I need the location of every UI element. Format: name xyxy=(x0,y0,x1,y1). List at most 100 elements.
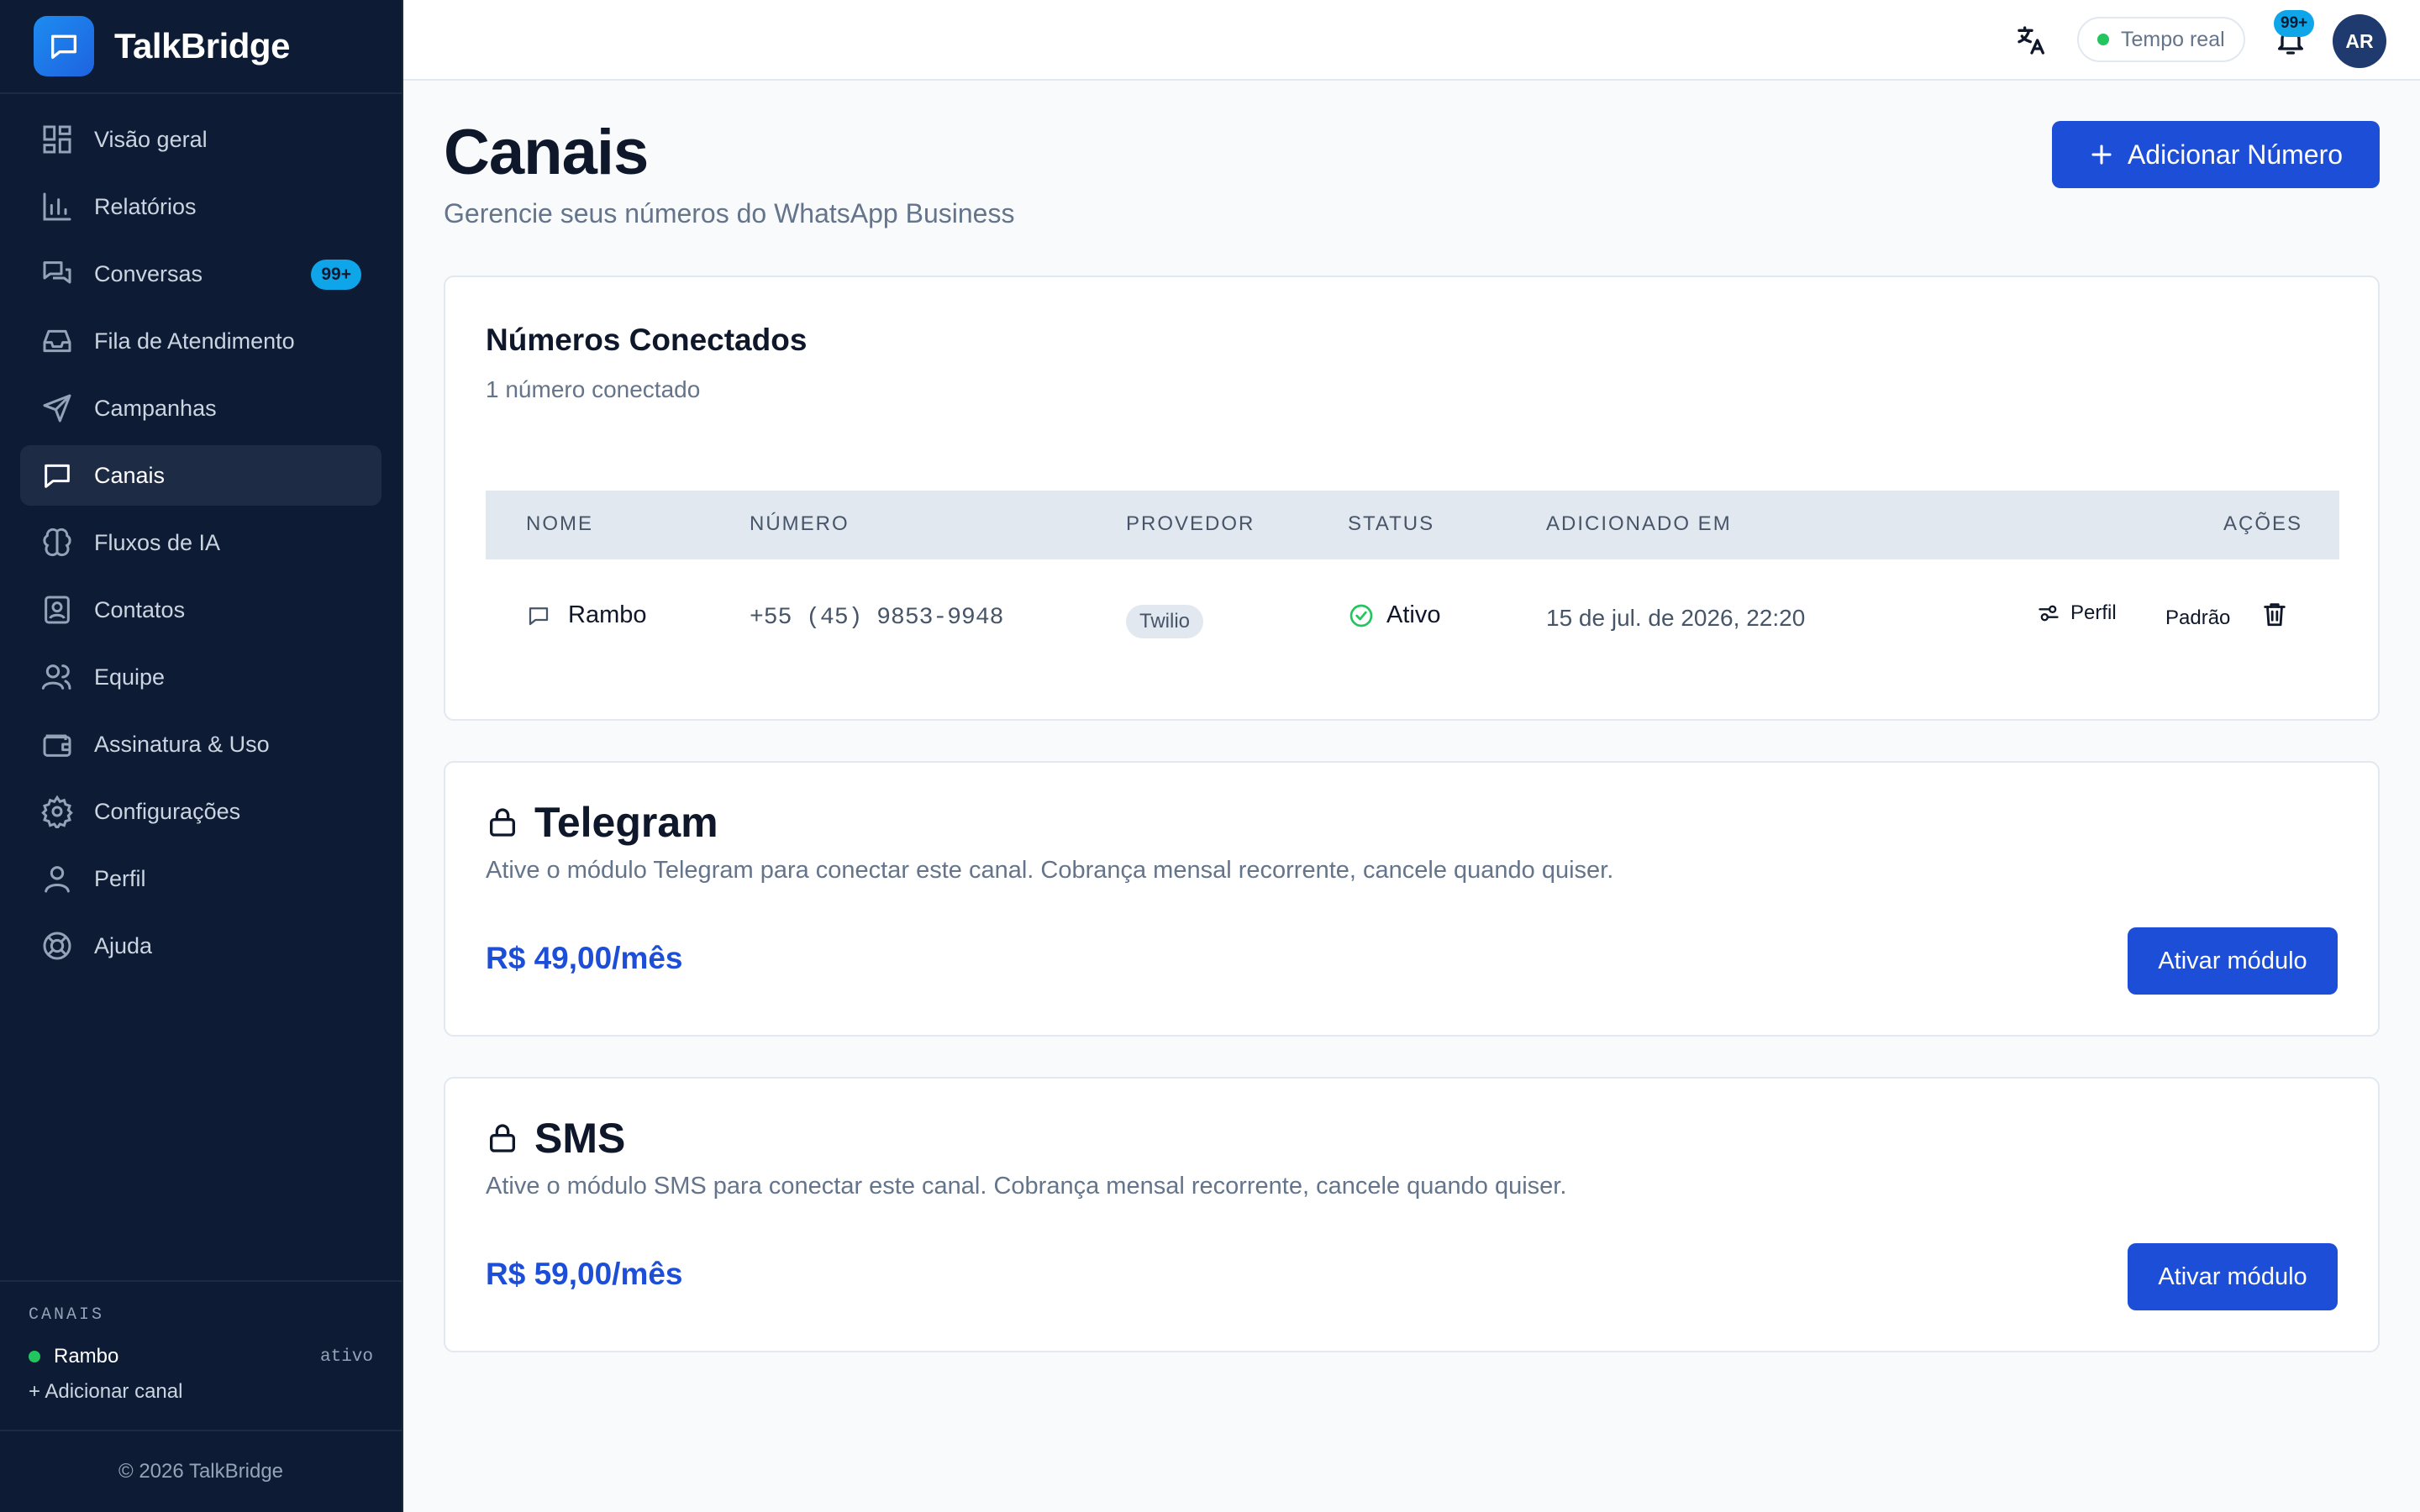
sidebar-item-fluxos-de-ia[interactable]: Fluxos de IA xyxy=(20,512,381,573)
sidebar-item-contatos[interactable]: Contatos xyxy=(20,580,381,640)
sidebar-item-fila-de-atendimento[interactable]: Fila de Atendimento xyxy=(20,311,381,371)
sidebar: TalkBridge Visão geral Relatórios Conver… xyxy=(0,0,403,1512)
profile-action-button[interactable]: Perfil xyxy=(2037,601,2117,625)
column-header-nome: NOME xyxy=(526,512,593,535)
trash-icon[interactable] xyxy=(2260,600,2289,628)
module-title: SMS xyxy=(486,1114,625,1163)
sidebar-item-conversas[interactable]: Conversas 99+ xyxy=(20,244,381,304)
connected-numbers-card: Números Conectados 1 número conectado NO… xyxy=(444,276,2380,721)
sidebar-item-ajuda[interactable]: Ajuda xyxy=(20,916,381,976)
sidebar-nav: Visão geral Relatórios Conversas 99+ Fil… xyxy=(0,94,402,976)
module-description: Ative o módulo Telegram para conectar es… xyxy=(486,857,1614,884)
sidebar-channels: CANAIS Rambo ativo + Adicionar canal xyxy=(0,1280,402,1430)
sidebar-item-label: Conversas xyxy=(94,260,203,286)
plus-icon xyxy=(2091,144,2112,165)
sidebar-channel-item[interactable]: Rambo ativo xyxy=(29,1340,373,1373)
add-number-label: Adicionar Número xyxy=(2127,139,2344,170)
translate-icon[interactable] xyxy=(2015,24,2049,57)
contact-card-icon xyxy=(45,596,70,624)
avatar[interactable]: AR xyxy=(2333,14,2386,68)
realtime-label: Tempo real xyxy=(2121,27,2225,51)
page-subtitle: Gerencie seus números do WhatsApp Busine… xyxy=(444,198,1015,228)
table-header: NOME NÚMERO PROVEDOR STATUS ADICIONADO E… xyxy=(486,491,2339,559)
module-description: Ative o módulo SMS para conectar este ca… xyxy=(486,1173,1567,1200)
module-title-text: Telegram xyxy=(534,799,718,846)
dashboard-icon xyxy=(43,125,71,154)
sidebar-channels-title: CANAIS xyxy=(29,1305,105,1325)
sidebar-item-relatorios[interactable]: Relatórios xyxy=(20,176,381,237)
profile-action-label: Perfil xyxy=(2070,601,2117,624)
telegram-module-card: Telegram Ative o módulo Telegram para co… xyxy=(444,761,2380,1037)
realtime-status-pill[interactable]: Tempo real xyxy=(2077,17,2245,62)
status-dot xyxy=(29,1351,40,1362)
row-name: Rambo xyxy=(568,601,647,628)
row-status: Ativo xyxy=(1348,601,1440,629)
sidebar-item-label: Fila de Atendimento xyxy=(94,328,295,354)
sidebar-item-label: Canais xyxy=(94,462,166,488)
gear-icon xyxy=(41,795,73,828)
activate-telegram-button[interactable]: Ativar módulo xyxy=(2128,927,2338,995)
add-number-button[interactable]: Adicionar Número xyxy=(2052,121,2380,188)
set-default-button[interactable]: Padrão xyxy=(2165,606,2230,630)
module-title: Telegram xyxy=(486,798,718,847)
app-name: TalkBridge xyxy=(114,26,290,66)
notifications-badge: 99+ xyxy=(2274,10,2315,37)
sidebar-item-perfil[interactable]: Perfil xyxy=(20,848,381,909)
chat-bubble-icon xyxy=(34,16,94,76)
chat-bubbles-icon xyxy=(43,261,71,284)
sidebar-item-label: Relatórios xyxy=(94,193,197,219)
conversas-count-badge: 99+ xyxy=(311,260,361,290)
sidebar-item-label: Perfil xyxy=(94,865,146,891)
module-price: R$ 49,00/mês xyxy=(486,941,683,975)
row-number: +55 (45) 9853-9948 xyxy=(750,605,1004,631)
sidebar-item-visao-geral[interactable]: Visão geral xyxy=(20,109,381,170)
sidebar-item-label: Assinatura & Uso xyxy=(94,731,270,757)
inbox-icon xyxy=(43,329,71,353)
topbar: Tempo real 99+ AR xyxy=(403,0,2420,81)
provider-badge: Twilio xyxy=(1126,605,1204,638)
chat-bubble-icon xyxy=(529,606,549,625)
sidebar-footer: © 2026 TalkBridge xyxy=(0,1430,402,1512)
module-price: R$ 59,00/mês xyxy=(486,1257,683,1291)
row-name-cell: Rambo xyxy=(526,601,647,629)
row-added-date: 15 de jul. de 2026, 22:20 xyxy=(1546,605,1806,631)
column-header-status: STATUS xyxy=(1348,512,1435,535)
send-icon xyxy=(43,394,71,423)
status-label: Ativo xyxy=(1386,601,1441,628)
lock-icon xyxy=(490,808,515,837)
activate-sms-button[interactable]: Ativar módulo xyxy=(2128,1243,2338,1310)
sms-module-card: SMS Ative o módulo SMS para conectar est… xyxy=(444,1077,2380,1352)
sidebar-channel-status: ativo xyxy=(319,1347,373,1367)
add-channel-link[interactable]: + Adicionar canal xyxy=(29,1380,373,1404)
chat-bubble-icon xyxy=(45,464,70,488)
page-title: Canais xyxy=(444,117,649,188)
sidebar-item-label: Configurações xyxy=(94,798,241,824)
lifebuoy-icon xyxy=(43,932,71,960)
column-header-numero: NÚMERO xyxy=(750,512,850,535)
sidebar-item-label: Campanhas xyxy=(94,395,217,421)
table-row: Rambo +55 (45) 9853-9948 Twilio Ativo 15… xyxy=(486,559,2339,685)
card-title: Números Conectados xyxy=(486,323,808,357)
card-subtitle: 1 número conectado xyxy=(486,376,701,402)
status-dot xyxy=(2097,34,2109,45)
column-header-acoes: AÇÕES xyxy=(2223,512,2303,535)
brain-icon xyxy=(43,528,71,557)
users-icon xyxy=(41,664,71,690)
bar-chart-icon xyxy=(43,192,71,221)
sidebar-item-label: Fluxos de IA xyxy=(94,529,221,555)
sidebar-channel-name: Rambo xyxy=(54,1345,119,1368)
sidebar-item-label: Visão geral xyxy=(94,126,208,152)
sliders-icon xyxy=(2039,605,2059,622)
brand[interactable]: TalkBridge xyxy=(0,0,402,94)
sidebar-item-equipe[interactable]: Equipe xyxy=(20,647,381,707)
module-title-text: SMS xyxy=(534,1115,626,1162)
sidebar-item-canais[interactable]: Canais xyxy=(20,445,381,506)
sidebar-item-campanhas[interactable]: Campanhas xyxy=(20,378,381,438)
sidebar-item-assinatura-uso[interactable]: Assinatura & Uso xyxy=(20,714,381,774)
lock-icon xyxy=(490,1124,515,1152)
column-header-adicionado-em: ADICIONADO EM xyxy=(1546,512,1732,535)
sidebar-item-label: Equipe xyxy=(94,664,166,690)
sidebar-item-configuracoes[interactable]: Configurações xyxy=(20,781,381,842)
check-circle-icon xyxy=(1349,604,1373,627)
sidebar-item-label: Contatos xyxy=(94,596,186,622)
